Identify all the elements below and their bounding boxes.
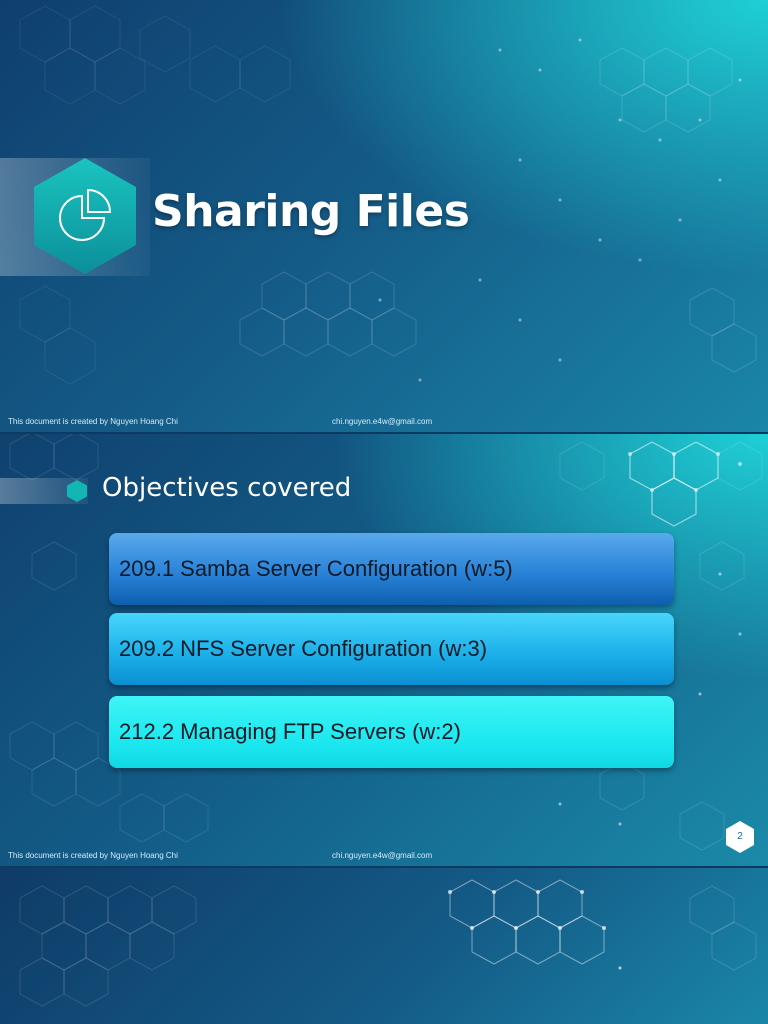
objective-item: 212.2 Managing FTP Servers (w:2) xyxy=(109,696,674,768)
title-slide: Sharing Files This document is created b… xyxy=(0,0,768,432)
slide-title: Sharing Files xyxy=(152,186,470,237)
objective-item: 209.1 Samba Server Configuration (w:5) xyxy=(109,533,674,605)
footer-author: This document is created by Nguyen Hoang… xyxy=(8,417,178,426)
slide-heading: Objectives covered xyxy=(102,473,352,503)
objective-label: 209.1 Samba Server Configuration (w:5) xyxy=(119,556,513,581)
hexagon-pattern-background xyxy=(19,879,757,1007)
objective-label: 212.2 Managing FTP Servers (w:2) xyxy=(119,719,461,744)
objective-label: 209.2 NFS Server Configuration (w:3) xyxy=(119,636,488,661)
footer-email: chi.nguyen.e4w@gmail.com xyxy=(332,851,433,860)
objectives-slide: Objectives covered 209.1 Samba Server Co… xyxy=(0,434,768,866)
next-slide-preview xyxy=(0,868,768,1024)
hexagon-bullet-icon xyxy=(67,480,87,502)
title-hexagon-badge xyxy=(34,158,136,274)
page-number: 2 xyxy=(737,831,743,842)
footer-email: chi.nguyen.e4w@gmail.com xyxy=(332,417,433,426)
footer-author: This document is created by Nguyen Hoang… xyxy=(8,851,178,860)
objective-item: 209.2 NFS Server Configuration (w:3) xyxy=(109,613,674,685)
